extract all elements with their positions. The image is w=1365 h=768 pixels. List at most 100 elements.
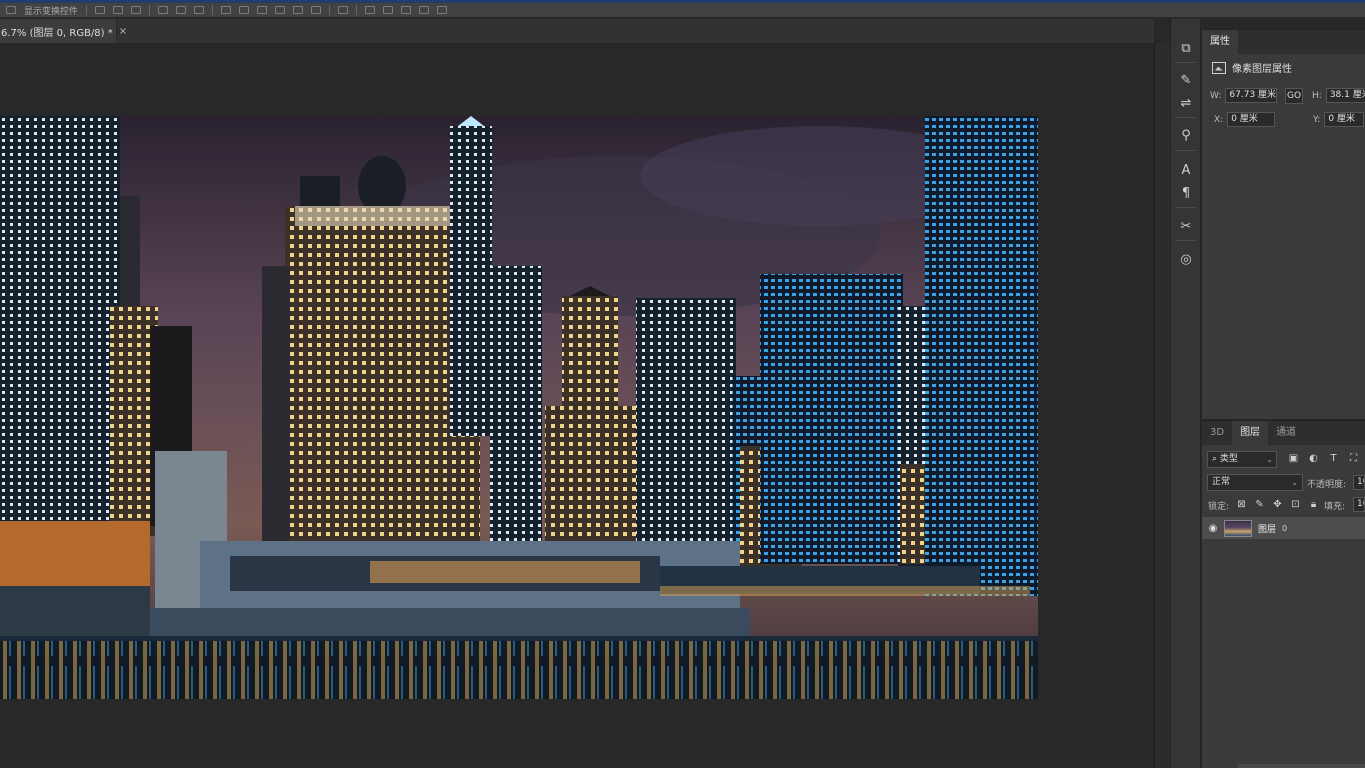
distribute-top-icon[interactable] (221, 6, 232, 14)
properties-title: 像素图层属性 (1232, 64, 1292, 75)
lock-position-icon[interactable]: ✥ (1272, 499, 1283, 510)
y-field[interactable]: 0 厘米 (1324, 112, 1365, 127)
align-top-icon[interactable] (95, 6, 106, 14)
3d-drag-icon[interactable] (401, 6, 412, 14)
divider (1175, 240, 1197, 241)
y-label: Y: (1313, 114, 1321, 125)
align-center-icon[interactable] (176, 6, 187, 14)
distribute-right-icon[interactable] (311, 6, 322, 14)
blend-mode-select[interactable]: 正常 ⌄ (1207, 474, 1303, 491)
layer-index: 0 (1282, 523, 1288, 533)
distribute-center-icon[interactable] (293, 6, 304, 14)
adjustment-filter-icon[interactable]: ◐ (1308, 453, 1319, 464)
align-left-icon[interactable] (158, 6, 169, 14)
x-field[interactable]: 0 厘米 (1227, 112, 1276, 127)
canvas-area[interactable] (0, 43, 1154, 768)
properties-header: 像素图层属性 (1202, 54, 1365, 81)
divider (1175, 62, 1197, 63)
panel-icon-strip: ⧉ ✎ ⇌ ⚲ A ¶ ✂ ◎ (1170, 19, 1201, 768)
tab-channels[interactable]: 通道 (1268, 421, 1304, 445)
paragraph-icon[interactable]: ¶ (1177, 184, 1195, 202)
height-row: H: 38.1 厘米 (1312, 88, 1365, 103)
3d-roll-icon[interactable] (383, 6, 394, 14)
tab-3d[interactable]: 3D (1202, 421, 1232, 445)
pixel-filter-icon[interactable]: ▣ (1288, 453, 1299, 464)
width-row: W: 67.73 厘米 (1210, 88, 1278, 103)
distribute-left-icon[interactable] (275, 6, 286, 14)
divider (356, 5, 358, 15)
tool-presets-icon[interactable]: ✂ (1177, 217, 1195, 235)
lock-artboard-icon[interactable]: ⊡ (1290, 499, 1301, 510)
opacity-label: 不透明度: (1307, 480, 1347, 490)
chevron-down-icon: ⌄ (1266, 455, 1273, 464)
city-night-photo (0, 116, 1038, 699)
eye-icon[interactable]: ◉ (1202, 523, 1224, 534)
adjustments-icon[interactable]: ⇌ (1177, 94, 1195, 112)
link-dimensions-icon[interactable]: GO (1285, 88, 1303, 104)
align-bottom-icon[interactable] (131, 6, 142, 14)
layer-filter-select[interactable]: ⌕ 类型 ⌄ (1207, 451, 1277, 468)
vertical-scrollbar[interactable] (1154, 43, 1170, 768)
divider (1175, 150, 1197, 151)
lock-label: 锁定: (1208, 502, 1230, 512)
lock-transparent-icon[interactable]: ⊠ (1236, 499, 1247, 510)
3d-rotate-icon[interactable] (365, 6, 376, 14)
type-filter-icon[interactable]: T (1328, 453, 1339, 464)
lock-all-icon[interactable]: 🔒︎ (1308, 499, 1319, 510)
tab-layers[interactable]: 图层 (1232, 421, 1269, 445)
search-icon: ⌕ (1212, 454, 1218, 464)
3d-scale-icon[interactable] (437, 6, 448, 14)
width-field[interactable]: 67.73 厘米 (1225, 88, 1278, 103)
distribute-bottom-icon[interactable] (257, 6, 268, 14)
properties-panel: 属性 像素图层属性 W: 67.73 厘米 GO H: 38.1 厘米 X: 0… (1202, 29, 1365, 419)
panel-bottom-bar (1238, 764, 1365, 768)
tab-properties[interactable]: 属性 (1202, 30, 1238, 54)
lock-image-icon[interactable]: ✎ (1254, 499, 1265, 510)
divider (149, 5, 151, 15)
divider (329, 5, 331, 15)
layers-panel-tabs: 3D 图层 通道 (1202, 421, 1365, 445)
3d-slide-icon[interactable] (419, 6, 430, 14)
layers-panel: 3D 图层 通道 ⌕ 类型 ⌄ ▣ ◐ T ⛶ 正常 ⌄ 不透明度: 10 锁定… (1202, 420, 1365, 768)
options-bar: 显示变换控件 (0, 3, 1365, 18)
x-row: X: 0 厘米 (1214, 112, 1276, 127)
layer-filter-value: 类型 (1219, 454, 1238, 464)
character-icon[interactable]: A (1177, 161, 1195, 179)
layer-thumbnail (1224, 519, 1252, 537)
opacity-field[interactable]: 10 (1353, 475, 1365, 490)
divider (1175, 207, 1197, 208)
properties-panel-tabs: 属性 (1202, 30, 1365, 54)
width-label: W: (1210, 90, 1222, 101)
layer-row[interactable]: ◉ 图层 0 (1202, 517, 1365, 539)
align-right-icon[interactable] (194, 6, 205, 14)
fill-label: 填充: (1324, 502, 1346, 512)
move-option-icon[interactable] (6, 6, 16, 14)
document-tab-title: 6.7% (图层 0, RGB/8) * (1, 27, 113, 39)
divider (1175, 117, 1197, 118)
show-transform-controls-label[interactable]: 显示变换控件 (24, 4, 78, 17)
divider (212, 5, 214, 15)
photoshop-window: 显示变换控件 6.7% (图层 0, RGB/8) * × ⧉ ✎ ⇌ ⚲ A … (0, 0, 1365, 768)
height-label: H: (1312, 90, 1322, 101)
align-middle-icon[interactable] (113, 6, 124, 14)
auto-align-icon[interactable] (338, 6, 349, 14)
shape-filter-icon[interactable]: ⛶ (1348, 453, 1359, 464)
document-tab-row: 6.7% (图层 0, RGB/8) * × (0, 19, 1154, 43)
history-icon[interactable]: ⧉ (1177, 39, 1195, 57)
height-field[interactable]: 38.1 厘米 (1325, 88, 1365, 103)
y-row: Y: 0 厘米 (1313, 112, 1365, 127)
close-icon[interactable]: × (119, 26, 127, 37)
layer-name[interactable]: 图层 (1258, 522, 1276, 535)
distribute-middle-icon[interactable] (239, 6, 250, 14)
pixel-layer-icon (1212, 61, 1226, 74)
x-label: X: (1214, 114, 1224, 125)
divider (86, 5, 88, 15)
document-canvas-image[interactable] (0, 116, 1038, 699)
chevron-down-icon: ⌄ (1291, 478, 1298, 487)
fill-field[interactable]: 10 (1353, 497, 1365, 512)
clone-source-icon[interactable]: ⚲ (1177, 126, 1195, 144)
brush-presets-icon[interactable]: ✎ (1177, 71, 1195, 89)
libraries-icon[interactable]: ◎ (1177, 250, 1195, 268)
blend-mode-value: 正常 (1212, 477, 1231, 487)
document-tab[interactable]: 6.7% (图层 0, RGB/8) * × (0, 19, 127, 43)
